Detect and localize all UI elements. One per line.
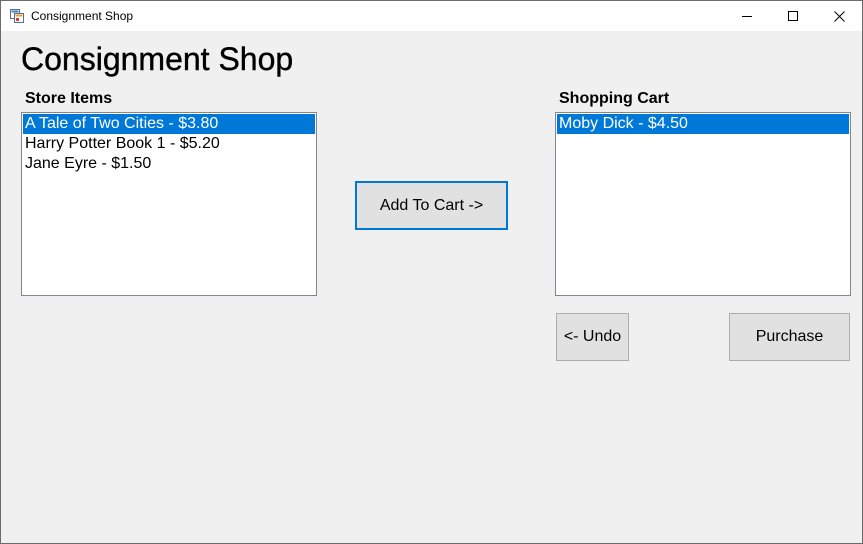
shopping-cart-label: Shopping Cart [559,90,670,107]
app-icon [10,9,24,23]
minimize-icon [742,16,752,17]
purchase-button[interactable]: Purchase [729,313,850,361]
title-bar[interactable]: Consignment Shop [1,1,862,31]
minimize-button[interactable] [724,1,770,31]
window-title: Consignment Shop [31,9,134,23]
close-button[interactable] [816,1,862,31]
list-item[interactable]: Jane Eyre - $1.50 [23,154,315,174]
list-item[interactable]: Moby Dick - $4.50 [557,114,849,134]
shopping-cart-listbox[interactable]: Moby Dick - $4.50 [555,112,851,296]
list-item[interactable]: Harry Potter Book 1 - $5.20 [23,134,315,154]
close-icon [833,10,845,22]
store-items-listbox[interactable]: A Tale of Two Cities - $3.80 Harry Potter… [21,112,317,296]
app-window: Consignment Shop Consignment Shop Store … [0,0,863,544]
form-client-area: Consignment Shop Store Items A Tale of T… [1,31,862,543]
list-item[interactable]: A Tale of Two Cities - $3.80 [23,114,315,134]
maximize-icon [788,11,798,21]
undo-button[interactable]: <- Undo [556,313,629,361]
add-to-cart-button[interactable]: Add To Cart -> [355,181,508,230]
page-title: Consignment Shop [21,41,294,77]
maximize-button[interactable] [770,1,816,31]
store-items-label: Store Items [25,90,113,107]
